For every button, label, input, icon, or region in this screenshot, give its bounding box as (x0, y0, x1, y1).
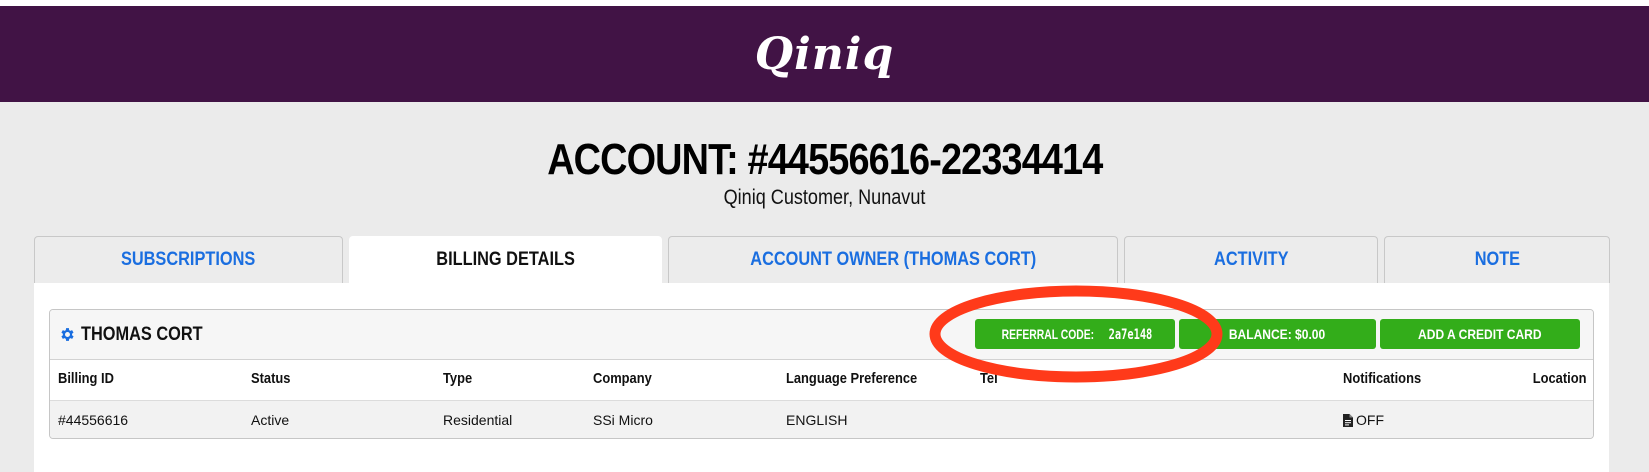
owner-name: THOMAS CORT (81, 324, 203, 345)
tab-label: BILLING DETAILS (436, 249, 575, 270)
cell-notifications[interactable]: OFF (1343, 412, 1384, 428)
page-title: ACCOUNT: #44556616-22334414 (546, 135, 1103, 184)
billing-card: THOMAS CORT REFERRAL CODE: 2a7e148 BALAN… (49, 309, 1594, 439)
cell-status: Active (251, 412, 290, 428)
balance-label: BALANCE: $0.00 (1229, 326, 1326, 342)
tab-label: ACCOUNT OWNER (THOMAS CORT) (750, 249, 1036, 270)
column-header-language: Language Preference (786, 370, 918, 387)
balance-button[interactable]: BALANCE: $0.00 (1179, 319, 1376, 349)
column-header-type: Type (443, 370, 473, 387)
table-row: #44556616 Active Residential SSi Micro E… (50, 400, 1593, 438)
cell-company: SSi Micro (593, 412, 653, 428)
qiniq-logo[interactable]: Qiniq (755, 29, 895, 80)
column-header-billing-id: Billing ID (58, 370, 114, 387)
notifications-value: OFF (1356, 412, 1384, 428)
site-header: Qiniq (0, 6, 1649, 102)
add-card-label: ADD A CREDIT CARD (1418, 326, 1542, 342)
gear-icon[interactable] (59, 326, 76, 343)
cell-billing-id: #44556616 (58, 412, 129, 428)
tab-subscriptions[interactable]: SUBSCRIPTIONS (34, 236, 343, 283)
tab-account-owner[interactable]: ACCOUNT OWNER (THOMAS CORT) (668, 236, 1118, 283)
billing-card-header: THOMAS CORT REFERRAL CODE: 2a7e148 BALAN… (50, 310, 1593, 360)
column-header-status: Status (251, 370, 291, 387)
cell-language: ENGLISH (786, 412, 848, 428)
tab-label: ACTIVITY (1213, 249, 1289, 270)
tab-label: SUBSCRIPTIONS (121, 249, 256, 270)
add-credit-card-button[interactable]: ADD A CREDIT CARD (1380, 319, 1580, 349)
column-header-tel: Tel (980, 370, 998, 387)
tab-label: NOTE (1474, 249, 1520, 270)
column-header-company: Company (593, 370, 652, 387)
cell-type: Residential (443, 412, 513, 428)
column-header-notifications: Notifications (1343, 370, 1422, 387)
tab-note[interactable]: NOTE (1384, 236, 1610, 283)
account-subtitle: Qiniq Customer, Nunavut (723, 186, 926, 209)
referral-label: REFERRAL CODE: (1001, 325, 1095, 342)
referral-code: 2a7e148 (1108, 326, 1153, 343)
account-heading: ACCOUNT: #44556616-22334414 Qiniq Custom… (0, 135, 1649, 211)
tab-billing-details[interactable]: BILLING DETAILS (349, 236, 662, 283)
document-icon (1343, 414, 1353, 427)
tab-activity[interactable]: ACTIVITY (1124, 236, 1378, 283)
referral-code-button[interactable]: REFERRAL CODE: 2a7e148 (975, 319, 1175, 349)
column-header-location: Location (1532, 370, 1586, 387)
